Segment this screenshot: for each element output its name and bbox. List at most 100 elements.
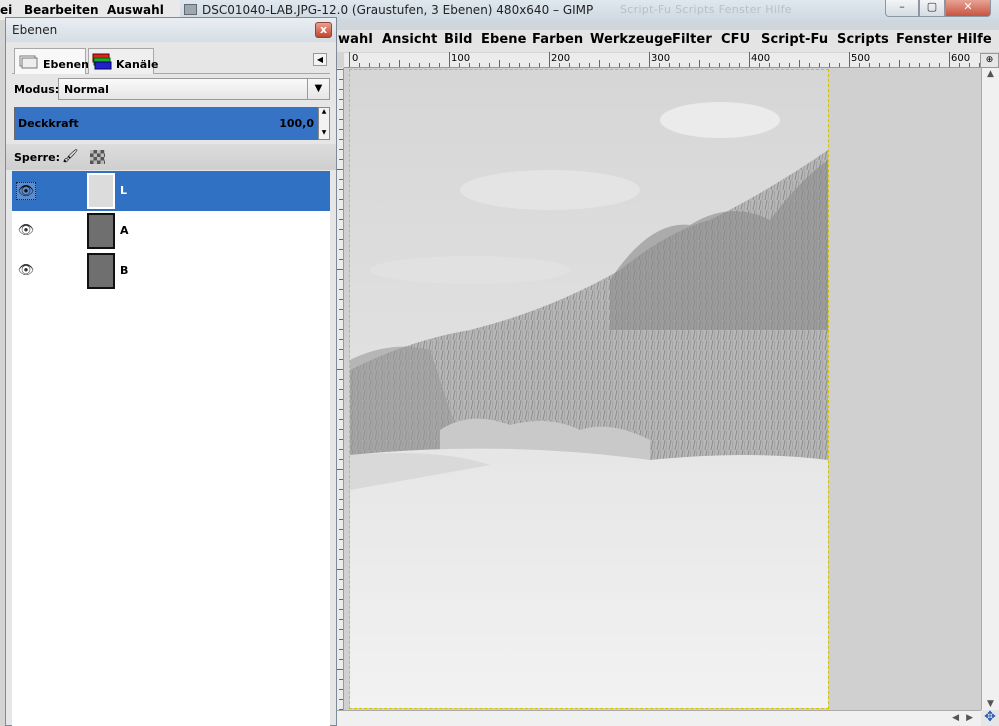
menu-item-hilfe[interactable]: Hilfe <box>957 32 992 47</box>
ruler-tick <box>889 63 890 67</box>
ruler-tick <box>589 63 590 67</box>
layer-name: A <box>120 224 129 237</box>
dock-close-button[interactable]: x <box>315 22 332 38</box>
ruler-tick <box>339 509 343 510</box>
image-canvas[interactable] <box>349 69 829 709</box>
ruler-tick <box>639 63 640 67</box>
tab-channels[interactable]: Kanäle <box>88 48 158 74</box>
channels-icon <box>92 53 112 70</box>
scroll-left-arrow-icon[interactable]: ◀ <box>952 713 959 723</box>
ruler-tick <box>389 63 390 67</box>
ruler-tick <box>529 63 530 67</box>
zoom-icon[interactable]: ⊕ <box>980 53 999 68</box>
layer-row-a[interactable]: 👁 A <box>12 211 330 251</box>
navigate-icon[interactable]: ✥ <box>981 710 999 726</box>
ruler-tick <box>339 119 343 120</box>
menu-item-script-fu[interactable]: Script-Fu <box>761 32 828 47</box>
lock-alpha-checker-icon[interactable] <box>90 150 105 164</box>
bg-menu-item-bearbeiten[interactable]: Bearbeiten <box>24 3 99 17</box>
mode-value: Normal <box>64 83 109 96</box>
ruler-tick <box>719 63 720 67</box>
ruler-tick <box>339 639 343 640</box>
ruler-tick <box>339 309 343 310</box>
close-window-button[interactable]: ✕ <box>945 0 991 17</box>
ruler-tick <box>779 63 780 67</box>
ruler-tick <box>659 63 660 67</box>
menu-item-ansicht[interactable]: Ansicht <box>382 32 437 47</box>
ruler-tick <box>339 699 343 700</box>
ruler-label: 400 <box>751 53 771 64</box>
ruler-tick <box>569 63 570 67</box>
ruler-tick <box>339 449 343 450</box>
dock-tabs: Ebenen Kanäle <box>12 46 330 74</box>
ruler-tick <box>339 629 343 630</box>
ruler-tick <box>339 79 343 80</box>
layer-row-l[interactable]: 👁 L <box>12 171 330 211</box>
bg-menu-item-auswahl[interactable]: Auswahl <box>107 3 164 17</box>
visibility-eye-icon[interactable]: 👁 <box>16 262 36 280</box>
visibility-eye-icon[interactable]: 👁 <box>16 222 36 240</box>
scroll-down-arrow-icon[interactable]: ▼ <box>987 699 994 709</box>
ruler-tick <box>489 63 490 67</box>
horizontal-ruler[interactable]: 0 100 200 300 400 500 600 <box>344 52 980 68</box>
ruler-tick <box>339 329 343 330</box>
ruler-tick <box>339 429 343 430</box>
ruler-tick <box>369 63 370 67</box>
ruler-tick <box>469 63 470 67</box>
menu-item-filter[interactable]: Filter <box>672 32 712 47</box>
ruler-tick <box>339 419 343 420</box>
ruler-tick <box>339 319 343 320</box>
scroll-right-arrow-icon[interactable]: ▶ <box>966 713 973 723</box>
lock-pixels-brush-icon[interactable]: 🖌 <box>62 149 79 165</box>
ruler-tick <box>339 219 343 220</box>
ruler-tick <box>849 52 850 67</box>
maximize-button[interactable]: ▢ <box>919 0 945 17</box>
chevron-down-icon: ▼ <box>307 79 329 99</box>
tab-menu-button[interactable]: ◀ <box>313 53 327 66</box>
tab-layers[interactable]: Ebenen <box>14 48 89 74</box>
ruler-tick <box>339 129 343 130</box>
ruler-tick <box>839 63 840 67</box>
opacity-spinner[interactable]: ▲ ▼ <box>318 107 330 140</box>
ruler-tick <box>339 189 343 190</box>
opacity-slider[interactable]: Deckkraft 100,0 <box>14 107 318 140</box>
ruler-tick <box>339 229 343 230</box>
ruler-tick <box>339 539 343 540</box>
ruler-tick <box>929 63 930 67</box>
ruler-tick <box>869 63 870 67</box>
ruler-tick <box>679 63 680 67</box>
horizontal-scrollbar[interactable]: ◀ ▶ <box>336 710 981 726</box>
ruler-label: 200 <box>551 53 571 64</box>
gimp-app-icon <box>184 4 197 15</box>
menu-item-auswahl[interactable]: wahl <box>338 32 373 47</box>
ruler-tick <box>709 63 710 67</box>
visibility-eye-icon[interactable]: 👁 <box>16 182 36 200</box>
ruler-tick <box>899 60 900 67</box>
ruler-tick <box>499 60 500 67</box>
bg-menu-item[interactable]: ei <box>0 3 12 17</box>
menu-item-scripts[interactable]: Scripts <box>837 32 889 47</box>
minimize-button[interactable]: – <box>885 0 919 17</box>
vertical-scrollbar[interactable]: ▲ ▼ <box>981 68 999 710</box>
menu-item-cfu[interactable]: CFU <box>721 32 750 47</box>
ruler-tick <box>959 63 960 67</box>
menu-item-werkzeuge[interactable]: Werkzeuge <box>590 32 672 47</box>
ruler-tick <box>939 63 940 67</box>
ruler-tick <box>339 139 343 140</box>
ruler-tick <box>519 63 520 67</box>
menu-item-ebene[interactable]: Ebene <box>481 32 527 47</box>
mode-select[interactable]: Normal ▼ <box>58 78 330 100</box>
vertical-ruler[interactable] <box>335 68 344 710</box>
ruler-tick <box>479 63 480 67</box>
scroll-up-arrow-icon[interactable]: ▲ <box>987 69 994 79</box>
ruler-tick <box>339 349 343 350</box>
ruler-tick <box>559 63 560 67</box>
ruler-tick <box>859 63 860 67</box>
layer-row-b[interactable]: 👁 B <box>12 251 330 291</box>
menu-item-farben[interactable]: Farben <box>532 32 583 47</box>
menu-item-bild[interactable]: Bild <box>444 32 473 47</box>
ruler-label: 500 <box>851 53 871 64</box>
ruler-tick <box>339 659 343 660</box>
window-title: DSC01040-LAB.JPG-12.0 (Graustufen, 3 Ebe… <box>202 3 594 17</box>
menu-item-fenster[interactable]: Fenster <box>896 32 952 47</box>
